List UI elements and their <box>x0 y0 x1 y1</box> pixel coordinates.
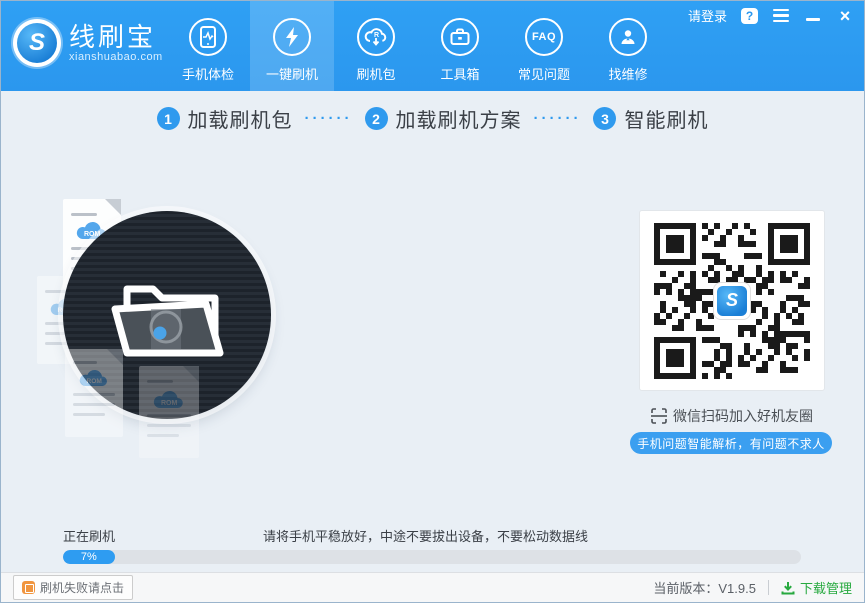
nav-repair[interactable]: 找维修 <box>586 1 670 91</box>
minimize-button[interactable] <box>804 8 822 24</box>
steps-bar: 1 加载刷机包 ······ 2 加载刷机方案 ······ 3 智能刷机 <box>1 91 864 146</box>
help-icon[interactable]: ? <box>741 8 758 24</box>
nav-faq[interactable]: FAQ 常见问题 <box>502 1 586 91</box>
logo-s-icon: S <box>13 19 61 67</box>
version-label: 当前版本：V1.9.5 <box>653 578 756 597</box>
login-link[interactable]: 请登录 <box>688 6 727 25</box>
repair-person-icon <box>609 18 647 56</box>
progress-bar: 7% <box>63 550 801 564</box>
status-bar: 刷机失败请点击 当前版本：V1.9.5 下载管理 <box>1 572 864 602</box>
nav-toolbox[interactable]: 工具箱 <box>418 1 502 91</box>
progress-area: 正在刷机 请将手机平稳放好，中途不要拔出设备，不要松动数据线 7% <box>1 524 864 572</box>
menu-icon[interactable] <box>772 8 790 24</box>
wechat-qr-card: S <box>639 210 825 391</box>
scan-icon <box>651 408 667 424</box>
rom-document: ROM <box>65 349 123 437</box>
step-separator: ······ <box>305 110 353 127</box>
phone-check-icon <box>189 18 227 56</box>
nav-one-key-flash[interactable]: 一键刷机 <box>250 1 334 91</box>
rom-document: ROM <box>139 366 199 458</box>
divider <box>768 580 769 595</box>
header: 请登录 ? × S 线刷宝 xianshuabao.com 手机体检 <box>1 1 864 91</box>
main-content: ROM ROM ROM R <box>1 146 864 524</box>
rom-cloud-badge: ROM <box>152 388 186 410</box>
svg-text:ROM: ROM <box>161 400 178 407</box>
step-load-plan: 2 加载刷机方案 <box>365 104 522 133</box>
step-load-rom: 1 加载刷机包 <box>157 104 293 133</box>
flash-failed-button[interactable]: 刷机失败请点击 <box>13 575 133 600</box>
lightning-icon <box>273 18 311 56</box>
step-smart-flash: 3 智能刷机 <box>593 104 708 133</box>
nav-rom-package[interactable]: R 刷机包 <box>334 1 418 91</box>
toolbox-icon <box>441 18 479 56</box>
rom-cloud-icon: R <box>357 18 395 56</box>
step-separator: ······ <box>534 110 582 127</box>
brand-domain: xianshuabao.com <box>69 51 163 63</box>
close-button[interactable]: × <box>836 8 854 24</box>
progress-status: 正在刷机 <box>63 526 115 545</box>
progress-fill: 7% <box>63 550 115 564</box>
faq-icon: FAQ <box>525 18 563 56</box>
qr-tagline-pill: 手机问题智能解析，有问题不求人 <box>630 432 832 454</box>
app-window: 请登录 ? × S 线刷宝 xianshuabao.com 手机体检 <box>0 0 865 603</box>
app-logo: S 线刷宝 xianshuabao.com <box>13 19 163 67</box>
svg-text:ROM: ROM <box>86 378 102 385</box>
qr-center-logo: S <box>713 282 751 320</box>
rom-cloud-badge: ROM <box>78 367 110 388</box>
svg-text:R: R <box>374 32 379 39</box>
brand-name: 线刷宝 <box>69 23 163 51</box>
download-manager-button[interactable]: 下载管理 <box>781 578 852 597</box>
nav-phone-check[interactable]: 手机体检 <box>166 1 250 91</box>
main-nav: 手机体检 一键刷机 R 刷机包 工具箱 <box>166 1 670 91</box>
progress-warning: 请将手机平稳放好，中途不要拔出设备，不要松动数据线 <box>263 526 588 545</box>
alert-icon <box>22 581 35 594</box>
titlebar: 请登录 ? × <box>688 6 854 25</box>
download-icon <box>781 581 795 595</box>
qr-caption: 微信扫码加入好机友圈 <box>639 406 825 426</box>
